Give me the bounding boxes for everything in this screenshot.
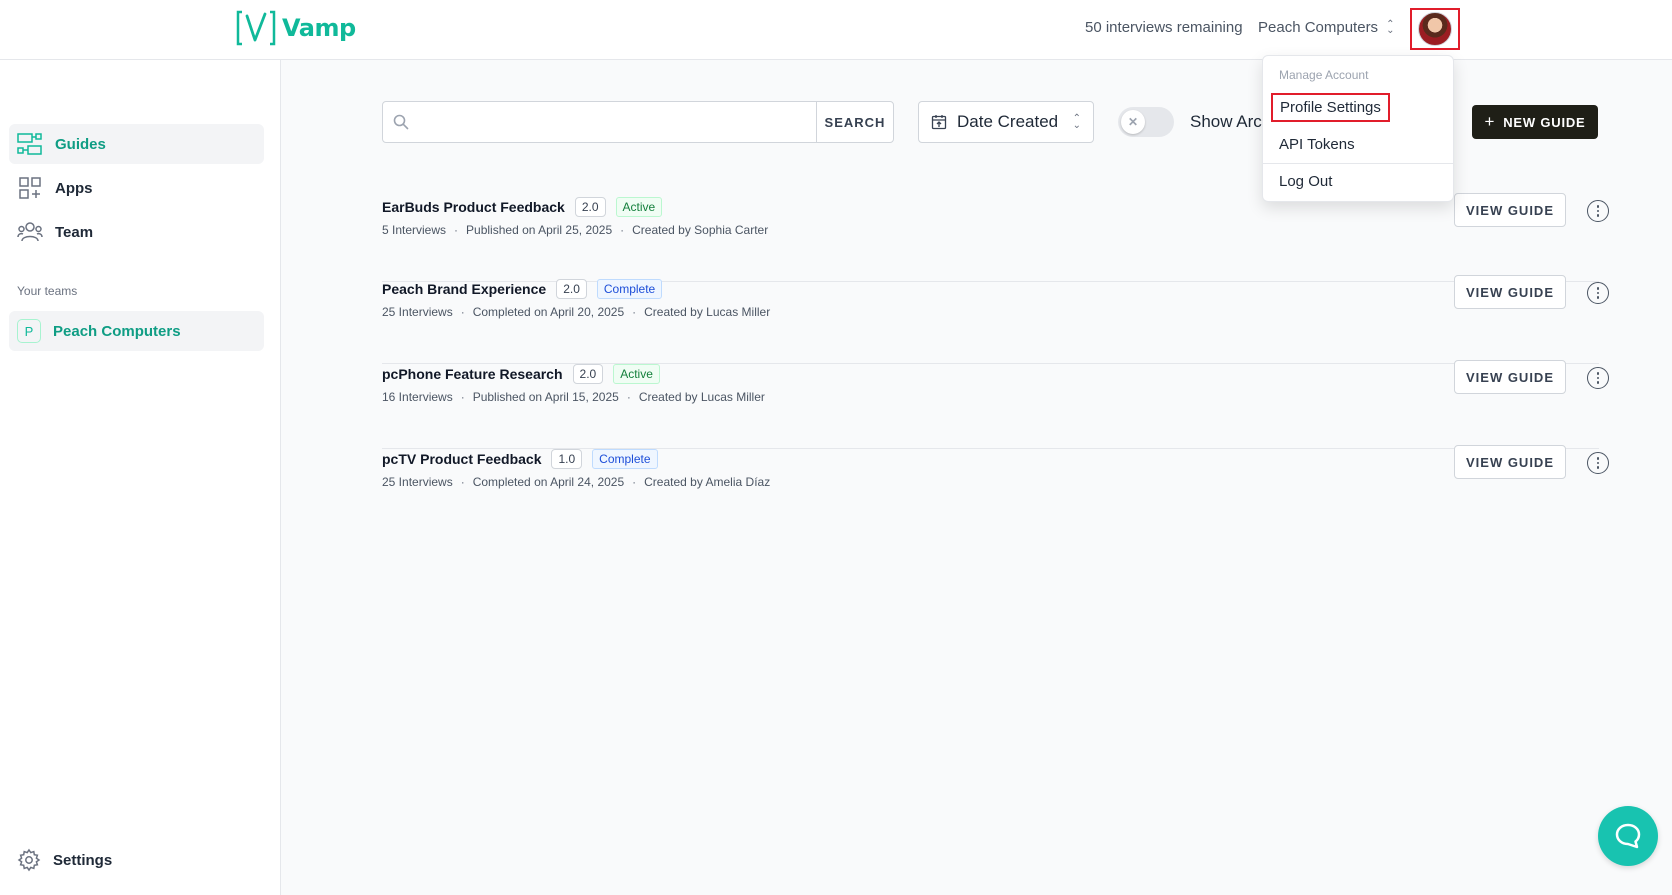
view-guide-button[interactable]: VIEW GUIDE (1454, 360, 1566, 394)
more-options-icon[interactable] (1587, 200, 1609, 222)
more-options-icon[interactable] (1587, 452, 1609, 474)
version-badge: 2.0 (574, 197, 606, 217)
separator-dot: · (460, 390, 465, 404)
avatar-button[interactable] (1410, 8, 1460, 50)
chevron-up-down-icon: ⌃ ⌄ (1386, 18, 1395, 36)
separator-dot: · (454, 223, 459, 237)
new-guide-label: NEW GUIDE (1503, 114, 1586, 130)
guide-creator: Created by Sophia Carter (632, 223, 769, 237)
guide-creator: Created by Lucas Miller (644, 305, 771, 319)
chat-button[interactable] (1598, 806, 1658, 866)
version-badge: 2.0 (556, 279, 587, 299)
sidebar-item-label: Guides (55, 135, 106, 153)
guide-creator: Created by Amelia Díaz (644, 475, 771, 489)
sidebar-item-team[interactable]: Team (9, 212, 264, 252)
search-button[interactable]: SEARCH (816, 102, 893, 142)
logo-text: Vamp (282, 14, 356, 42)
sidebar-item-label: Apps (55, 179, 93, 197)
guide-date: Published on April 25, 2025 (466, 223, 613, 237)
menu-item-profile-settings[interactable]: Profile Settings (1271, 93, 1390, 122)
gear-icon (17, 848, 41, 872)
interview-count: 16 Interviews (382, 390, 453, 404)
sort-label: Date Created (957, 112, 1059, 131)
chevron-up-down-icon: ⌃ ⌄ (1072, 113, 1081, 131)
more-options-icon[interactable] (1587, 282, 1609, 304)
separator-dot: · (460, 475, 465, 489)
search-box: SEARCH (382, 101, 894, 143)
toggle-off-icon: ✕ (1121, 110, 1145, 134)
calendar-icon (931, 115, 947, 130)
apps-icon (17, 175, 43, 201)
interview-count: 5 Interviews (382, 223, 447, 237)
guide-title[interactable]: pcTV Product Feedback (382, 451, 541, 467)
guides-icon (17, 131, 43, 157)
guide-date: Completed on April 20, 2025 (472, 305, 625, 319)
plus-icon: + (1484, 112, 1496, 131)
status-badge: Complete (592, 449, 658, 469)
avatar (1418, 12, 1452, 46)
guide-date: Completed on April 24, 2025 (472, 475, 625, 489)
sidebar-item-label: Team (55, 223, 94, 241)
version-badge: 2.0 (572, 364, 604, 384)
status-badge: Active (613, 364, 660, 384)
status-badge: Complete (596, 279, 663, 299)
settings-label: Settings (53, 851, 113, 869)
menu-divider (1263, 163, 1453, 164)
search-icon (383, 102, 419, 142)
guide-row: EarBuds Product Feedback 2.0 Active 5 In… (382, 193, 1609, 282)
new-guide-button[interactable]: + NEW GUIDE (1472, 105, 1598, 139)
separator-dot: · (632, 305, 637, 319)
top-header: Vamp 50 interviews remaining Peach Compu… (0, 0, 1672, 60)
sidebar-item-apps[interactable]: Apps (9, 168, 264, 208)
menu-item-log-out[interactable]: Log Out (1279, 173, 1332, 190)
guide-row: pcTV Product Feedback 1.0 Complete 25 In… (382, 445, 1609, 534)
search-input[interactable] (419, 102, 816, 142)
your-teams-heading: Your teams (17, 284, 78, 298)
sidebar: Guides Apps Team Your teams P Peach Comp… (0, 60, 281, 895)
separator-dot: · (460, 305, 465, 319)
interviews-remaining: 50 interviews remaining (1085, 19, 1243, 36)
sidebar-item-settings[interactable]: Settings (17, 848, 112, 872)
guide-title[interactable]: EarBuds Product Feedback (382, 199, 565, 215)
show-archived-label: Show Arch (1190, 112, 1272, 131)
team-icon (17, 219, 43, 245)
guide-row: Peach Brand Experience 2.0 Complete 25 I… (382, 275, 1609, 364)
vamp-logo-icon (236, 10, 276, 46)
interview-count: 25 Interviews (382, 475, 453, 489)
org-switcher[interactable]: Peach Computers ⌃ ⌄ (1258, 19, 1394, 36)
team-badge: P (17, 319, 41, 343)
guide-title[interactable]: pcPhone Feature Research (382, 366, 563, 382)
org-name: Peach Computers (1258, 19, 1379, 36)
guide-row: pcPhone Feature Research 2.0 Active 16 I… (382, 360, 1609, 449)
sidebar-item-label: Peach Computers (53, 322, 181, 340)
interview-count: 25 Interviews (382, 305, 453, 319)
sort-select[interactable]: Date Created ⌃ ⌄ (918, 101, 1094, 143)
view-guide-button[interactable]: VIEW GUIDE (1454, 193, 1566, 227)
menu-item-api-tokens[interactable]: API Tokens (1279, 136, 1355, 153)
sidebar-item-peach-computers[interactable]: P Peach Computers (9, 311, 264, 351)
guide-title[interactable]: Peach Brand Experience (382, 281, 546, 297)
vamp-logo[interactable]: Vamp (236, 8, 356, 48)
menu-header: Manage Account (1279, 68, 1369, 82)
account-menu: Manage Account Profile Settings API Toke… (1262, 55, 1454, 202)
separator-dot: · (620, 223, 625, 237)
show-archived-toggle[interactable]: ✕ (1118, 107, 1174, 137)
version-badge: 1.0 (551, 449, 583, 469)
guide-creator: Created by Lucas Miller (638, 390, 765, 404)
view-guide-button[interactable]: VIEW GUIDE (1454, 445, 1566, 479)
separator-dot: · (632, 475, 637, 489)
status-badge: Active (615, 197, 663, 217)
sidebar-item-guides[interactable]: Guides (9, 124, 264, 164)
chat-icon (1615, 823, 1641, 849)
guide-date: Published on April 15, 2025 (472, 390, 619, 404)
more-options-icon[interactable] (1587, 367, 1609, 389)
separator-dot: · (626, 390, 631, 404)
view-guide-button[interactable]: VIEW GUIDE (1454, 275, 1566, 309)
